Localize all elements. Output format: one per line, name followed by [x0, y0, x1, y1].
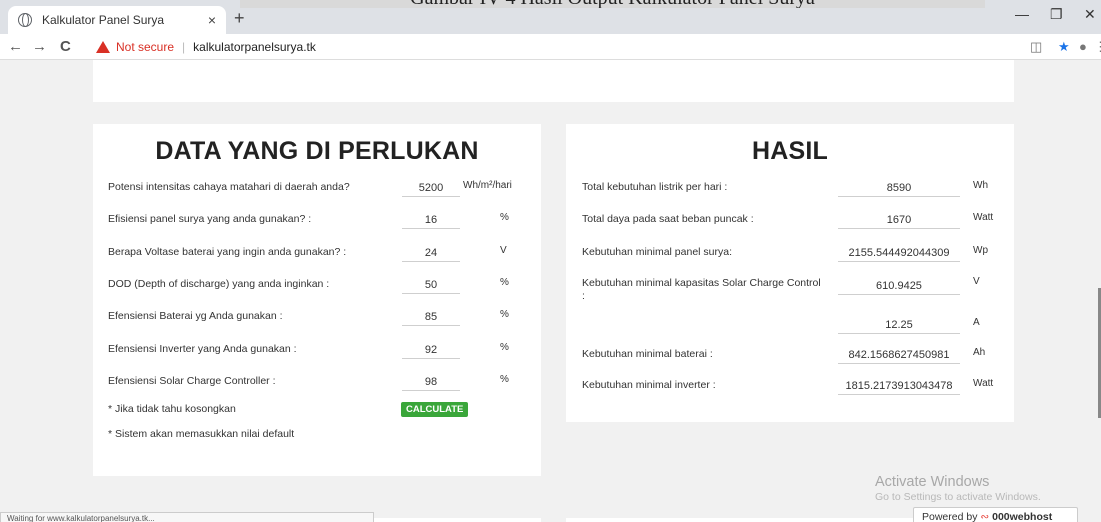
input-label: DOD (Depth of discharge) yang anda ingin… [108, 278, 330, 290]
input-field[interactable]: 92 [402, 335, 460, 359]
unit-label: V [973, 276, 980, 287]
menu-icon[interactable]: ⋮ [1094, 39, 1101, 55]
powered-by-badge[interactable]: Powered by ∾ 000webhost [913, 507, 1078, 522]
browser-tab[interactable]: Kalkulator Panel Surya × [8, 6, 226, 34]
activate-windows-title: Activate Windows [875, 474, 990, 490]
input-title: DATA YANG DI PERLUKAN [155, 137, 479, 165]
result-value: 1815.2173913043478 [838, 371, 960, 395]
input-label: Efisiensi panel surya yang anda gunakan?… [108, 213, 312, 225]
note-default: * Sistem akan memasukkan nilai default [108, 428, 295, 440]
input-field[interactable]: 85 [402, 302, 460, 326]
webhost-name: 000webhost [992, 511, 1053, 522]
scrollbar[interactable] [1097, 60, 1101, 522]
unit-label: % [500, 374, 509, 385]
result-value: 610.9425 [838, 271, 960, 295]
unit-label: % [500, 212, 509, 223]
unit-label: Wh [973, 180, 988, 191]
unit-label: Wh/m²/hari [463, 180, 512, 191]
calculate-button[interactable]: CALCULATE [401, 402, 469, 417]
minimize-icon[interactable]: — [1015, 6, 1029, 22]
result-label: Total kebutuhan listrik per hari : [582, 181, 728, 193]
input-field[interactable]: 24 [402, 238, 460, 262]
result-title: HASIL [752, 137, 828, 165]
result-label: Total daya pada saat beban puncak : [582, 213, 754, 225]
unit-label: Wp [973, 245, 988, 256]
powered-by-label: Powered by [922, 511, 978, 522]
new-tab-button[interactable]: + [234, 8, 245, 29]
unit-label: V [500, 245, 507, 256]
translate-icon[interactable]: ◫ [1030, 39, 1042, 55]
url-text: kalkulatorpanelsurya.tk [193, 40, 316, 54]
input-label: Potensi intensitas cahaya matahari di da… [108, 181, 350, 193]
input-card [93, 124, 541, 476]
input-field[interactable]: 16 [402, 205, 460, 229]
input-field[interactable]: 5200 [402, 173, 460, 197]
input-label: Efensiensi Inverter yang Anda gunakan : [108, 343, 297, 355]
close-window-icon[interactable]: ✕ [1084, 6, 1096, 23]
tab-close-button[interactable]: × [208, 12, 216, 28]
result-label: Kebutuhan minimal inverter : [582, 379, 716, 391]
warning-icon [96, 41, 110, 53]
result-label: Kebutuhan minimal kapasitas Solar Charge… [582, 277, 821, 302]
top-card [93, 60, 1014, 102]
result-value: 8590 [838, 173, 960, 197]
unit-label: % [500, 309, 509, 320]
input-field[interactable]: 98 [402, 367, 460, 391]
address-bar: ← → C Not secure | kalkulatorpanelsurya.… [0, 34, 1101, 60]
result-label: Kebutuhan minimal baterai : [582, 348, 713, 360]
not-secure-label[interactable]: Not secure [116, 40, 174, 54]
unit-label: Watt [973, 378, 994, 389]
webhost-logo-icon: ∾ [980, 511, 990, 522]
back-button[interactable]: ← [8, 38, 23, 55]
result-value: 12.25 [838, 310, 960, 334]
activate-windows-subtitle: Go to Settings to activate Windows. [875, 491, 1041, 503]
forward-button[interactable]: → [32, 38, 47, 55]
result-value: 2155.544492044309 [838, 238, 960, 262]
unit-label: % [500, 277, 509, 288]
input-label: Berapa Voltase baterai yang ingin anda g… [108, 246, 347, 258]
url-field[interactable]: Not secure | kalkulatorpanelsurya.tk [96, 36, 996, 58]
result-label: Kebutuhan minimal panel surya: [582, 246, 733, 258]
result-value: 1670 [838, 205, 960, 229]
unit-label: A [973, 317, 980, 328]
result-value: 842.1568627450981 [838, 340, 960, 364]
input-label: Efensiensi Solar Charge Controller : [108, 375, 276, 387]
document-caption: Gambar IV-4 Hasil Output Kalkulator Pane… [240, 0, 985, 8]
status-bar: Waiting for www.kalkulatorpanelsurya.tk.… [0, 512, 374, 522]
tab-title: Kalkulator Panel Surya [42, 13, 165, 27]
unit-label: % [500, 342, 509, 353]
reload-button[interactable]: C [60, 38, 71, 55]
url-separator: | [182, 40, 186, 54]
globe-icon [18, 13, 32, 27]
note-empty: * Jika tidak tahu kosongkan [108, 403, 236, 415]
restore-icon[interactable]: ❐ [1050, 6, 1063, 23]
star-icon[interactable]: ★ [1058, 39, 1070, 55]
input-field[interactable]: 50 [402, 270, 460, 294]
input-label: Efensiensi Baterai yg Anda gunakan : [108, 310, 283, 322]
unit-label: Ah [973, 347, 986, 358]
profile-icon[interactable]: ● [1079, 39, 1087, 54]
unit-label: Watt [973, 212, 994, 223]
